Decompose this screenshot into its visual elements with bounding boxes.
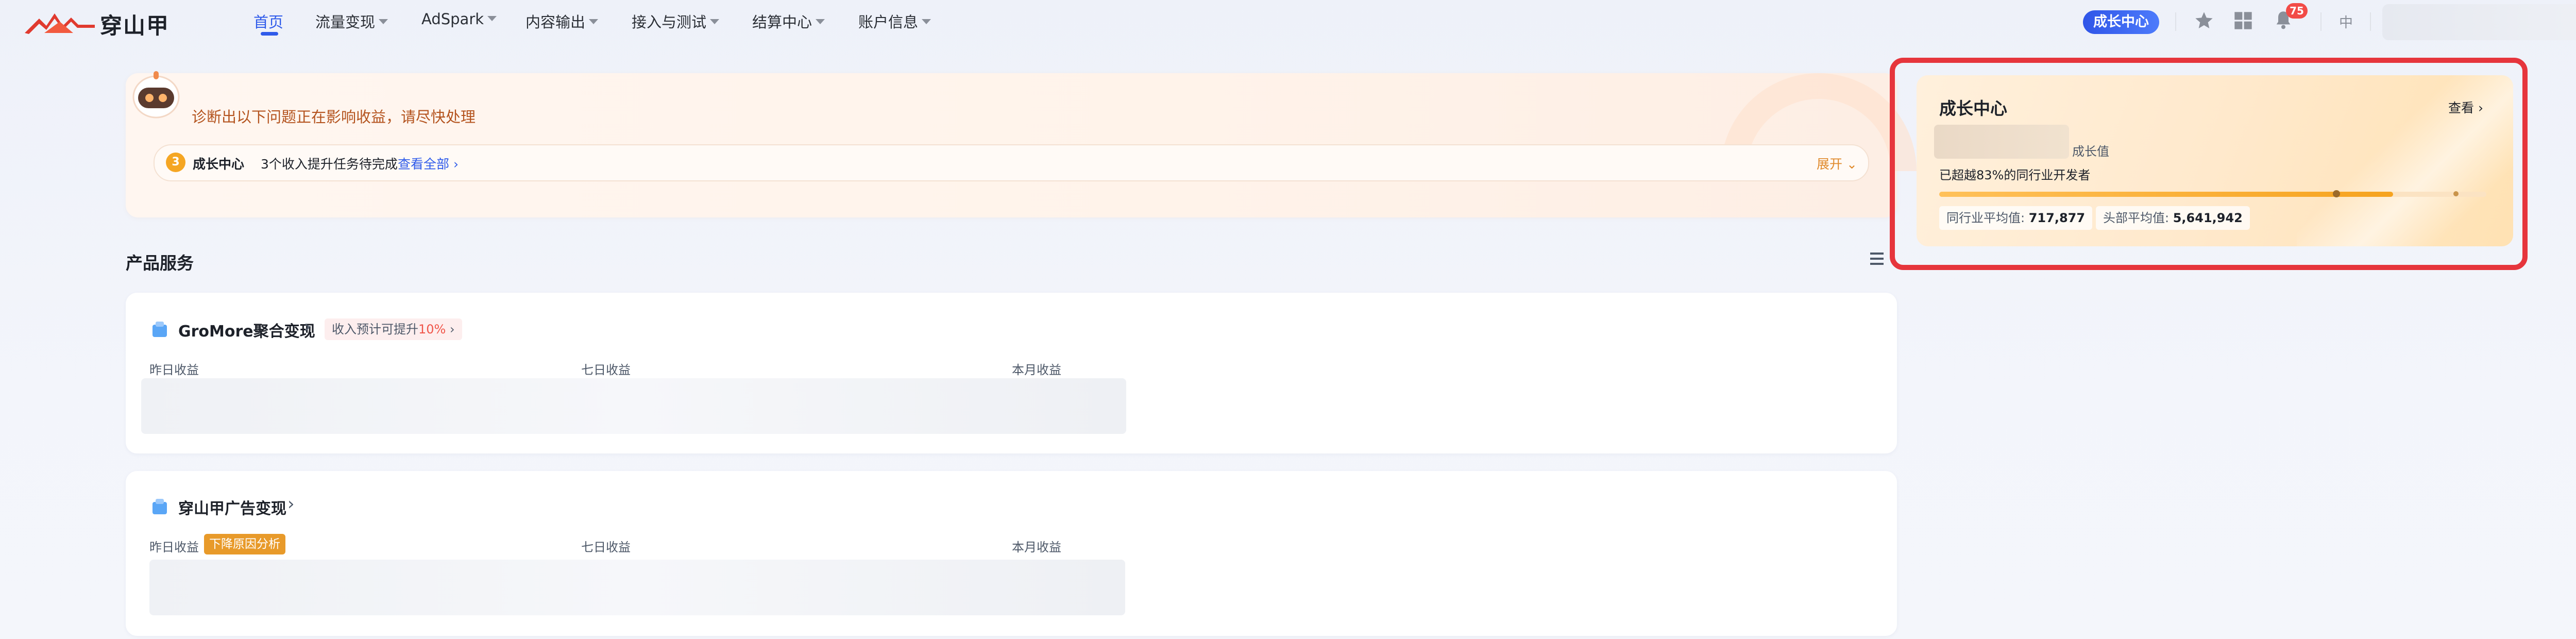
menu-icon[interactable] — [1870, 251, 1891, 266]
growth-center-button[interactable]: 成长中心 — [2083, 10, 2159, 34]
uplift-tag-percent: 10% — [418, 322, 446, 337]
industry-avg-label: 同行业平均值: — [1946, 211, 2025, 225]
chevron-down-icon — [710, 19, 720, 24]
task-count-badge: 3 — [166, 153, 185, 172]
metric-label-yesterday: 昨日收益 — [149, 540, 199, 554]
expand-button[interactable]: 展开 ⌄ — [1817, 154, 1857, 173]
top-avg-label: 头部平均值: — [2103, 211, 2170, 225]
gromore-app-icon — [152, 322, 167, 337]
chevron-down-icon — [816, 19, 825, 24]
revenue-uplift-tag[interactable]: 收入预计可提升10% › — [325, 318, 462, 340]
highlight-frame — [1890, 58, 2528, 270]
metric-label-month: 本月收益 — [1012, 540, 1061, 554]
gromore-card-title[interactable]: GroMore聚合变现 — [178, 318, 315, 341]
nav-label: 流量变现 — [315, 13, 376, 31]
decline-analysis-tag[interactable]: 下降原因分析 — [204, 534, 285, 554]
language-switch[interactable]: 中 — [2339, 11, 2353, 31]
chevron-down-icon — [379, 19, 388, 24]
chevron-down-icon — [922, 19, 931, 24]
pangle-ads-card-title[interactable]: 穿山甲广告变现 — [178, 496, 286, 518]
metric-label-seven-day: 七日收益 — [581, 540, 631, 554]
nav-active-indicator — [261, 32, 278, 36]
industry-avg-marker — [2333, 190, 2340, 197]
view-label: 查看 — [2448, 100, 2475, 115]
nav-label: 内容输出 — [526, 13, 586, 31]
chevron-down-icon — [589, 19, 599, 24]
apps-grid-icon[interactable] — [2233, 10, 2253, 31]
alert-title: 诊断出以下问题正在影响收益，请尽快处理 — [192, 108, 476, 126]
pangle-ads-app-icon — [152, 499, 167, 514]
nav-divider — [2370, 12, 2371, 31]
task-row-text: 3个收入提升任务待完成 — [261, 157, 398, 172]
nav-integration-testing[interactable]: 接入与测试 — [632, 10, 720, 32]
chevron-down-icon: ⌄ — [1842, 157, 1857, 172]
industry-average-stat: 同行业平均值: 717,877 — [1939, 206, 2093, 230]
nav-home[interactable]: 首页 — [253, 10, 283, 32]
industry-avg-value: 717,877 — [2028, 211, 2086, 225]
growth-view-link[interactable]: 查看 › — [2448, 98, 2483, 116]
growth-card-title: 成长中心 — [1939, 98, 2007, 119]
uplift-tag-prefix: 收入预计可提升 — [332, 322, 418, 337]
growth-value-obscured — [1934, 125, 2069, 159]
top-avg-value: 5,641,942 — [2173, 211, 2243, 225]
metric-label-yesterday: 昨日收益 — [149, 363, 199, 377]
top-navigation-bar: 穿山甲 首页 流量变现 AdSpark 内容输出 接入与测试 结算中心 账户信息… — [0, 0, 2576, 45]
chevron-right-icon: › — [446, 322, 455, 337]
expand-label: 展开 — [1817, 157, 1843, 172]
metric-label-seven-day: 七日收益 — [581, 363, 631, 377]
nav-divider — [2175, 12, 2176, 31]
view-all-link[interactable]: 查看全部 › — [398, 154, 459, 173]
nav-account-info[interactable]: 账户信息 — [858, 10, 931, 32]
chevron-right-icon: › — [453, 157, 459, 172]
metric-label-month: 本月收益 — [1012, 363, 1061, 377]
brand-name[interactable]: 穿山甲 — [100, 8, 170, 40]
top-avg-marker — [2453, 191, 2459, 196]
chevron-right-icon[interactable]: › — [304, 316, 311, 337]
chevron-down-icon — [487, 16, 497, 21]
view-all-label: 查看全部 — [398, 157, 450, 172]
pangle-ads-metric-values — [149, 560, 1125, 615]
gromore-metric-values — [141, 378, 1126, 434]
growth-value-label: 成长值 — [2072, 144, 2109, 159]
nav-settlement-center[interactable]: 结算中心 — [752, 10, 825, 32]
task-row-label: 成长中心 — [193, 157, 245, 172]
user-account-area[interactable] — [2382, 4, 2576, 40]
section-title-products: 产品服务 — [126, 253, 194, 273]
nav-label: 接入与测试 — [632, 13, 707, 31]
top-average-stat: 头部平均值: 5,641,942 — [2096, 206, 2250, 230]
chevron-right-icon[interactable]: › — [287, 494, 295, 514]
nav-adspark[interactable]: AdSpark — [421, 10, 497, 28]
growth-exceed-text: 已超越83%的同行业开发者 — [1939, 168, 2091, 182]
nav-label: 账户信息 — [858, 13, 919, 31]
robot-mascot-icon — [132, 71, 180, 119]
pangolin-logo-icon[interactable] — [24, 7, 96, 37]
star-icon[interactable] — [2194, 10, 2214, 31]
nav-content-output[interactable]: 内容输出 — [526, 10, 599, 32]
nav-label: 结算中心 — [752, 13, 812, 31]
growth-progress-fill — [1939, 192, 2393, 197]
nav-traffic-monetization[interactable]: 流量变现 — [315, 10, 388, 32]
nav-label: AdSpark — [421, 10, 484, 28]
chevron-right-icon: › — [2478, 100, 2483, 115]
notification-count-badge[interactable]: 75 — [2286, 3, 2308, 19]
nav-divider — [2320, 12, 2321, 31]
